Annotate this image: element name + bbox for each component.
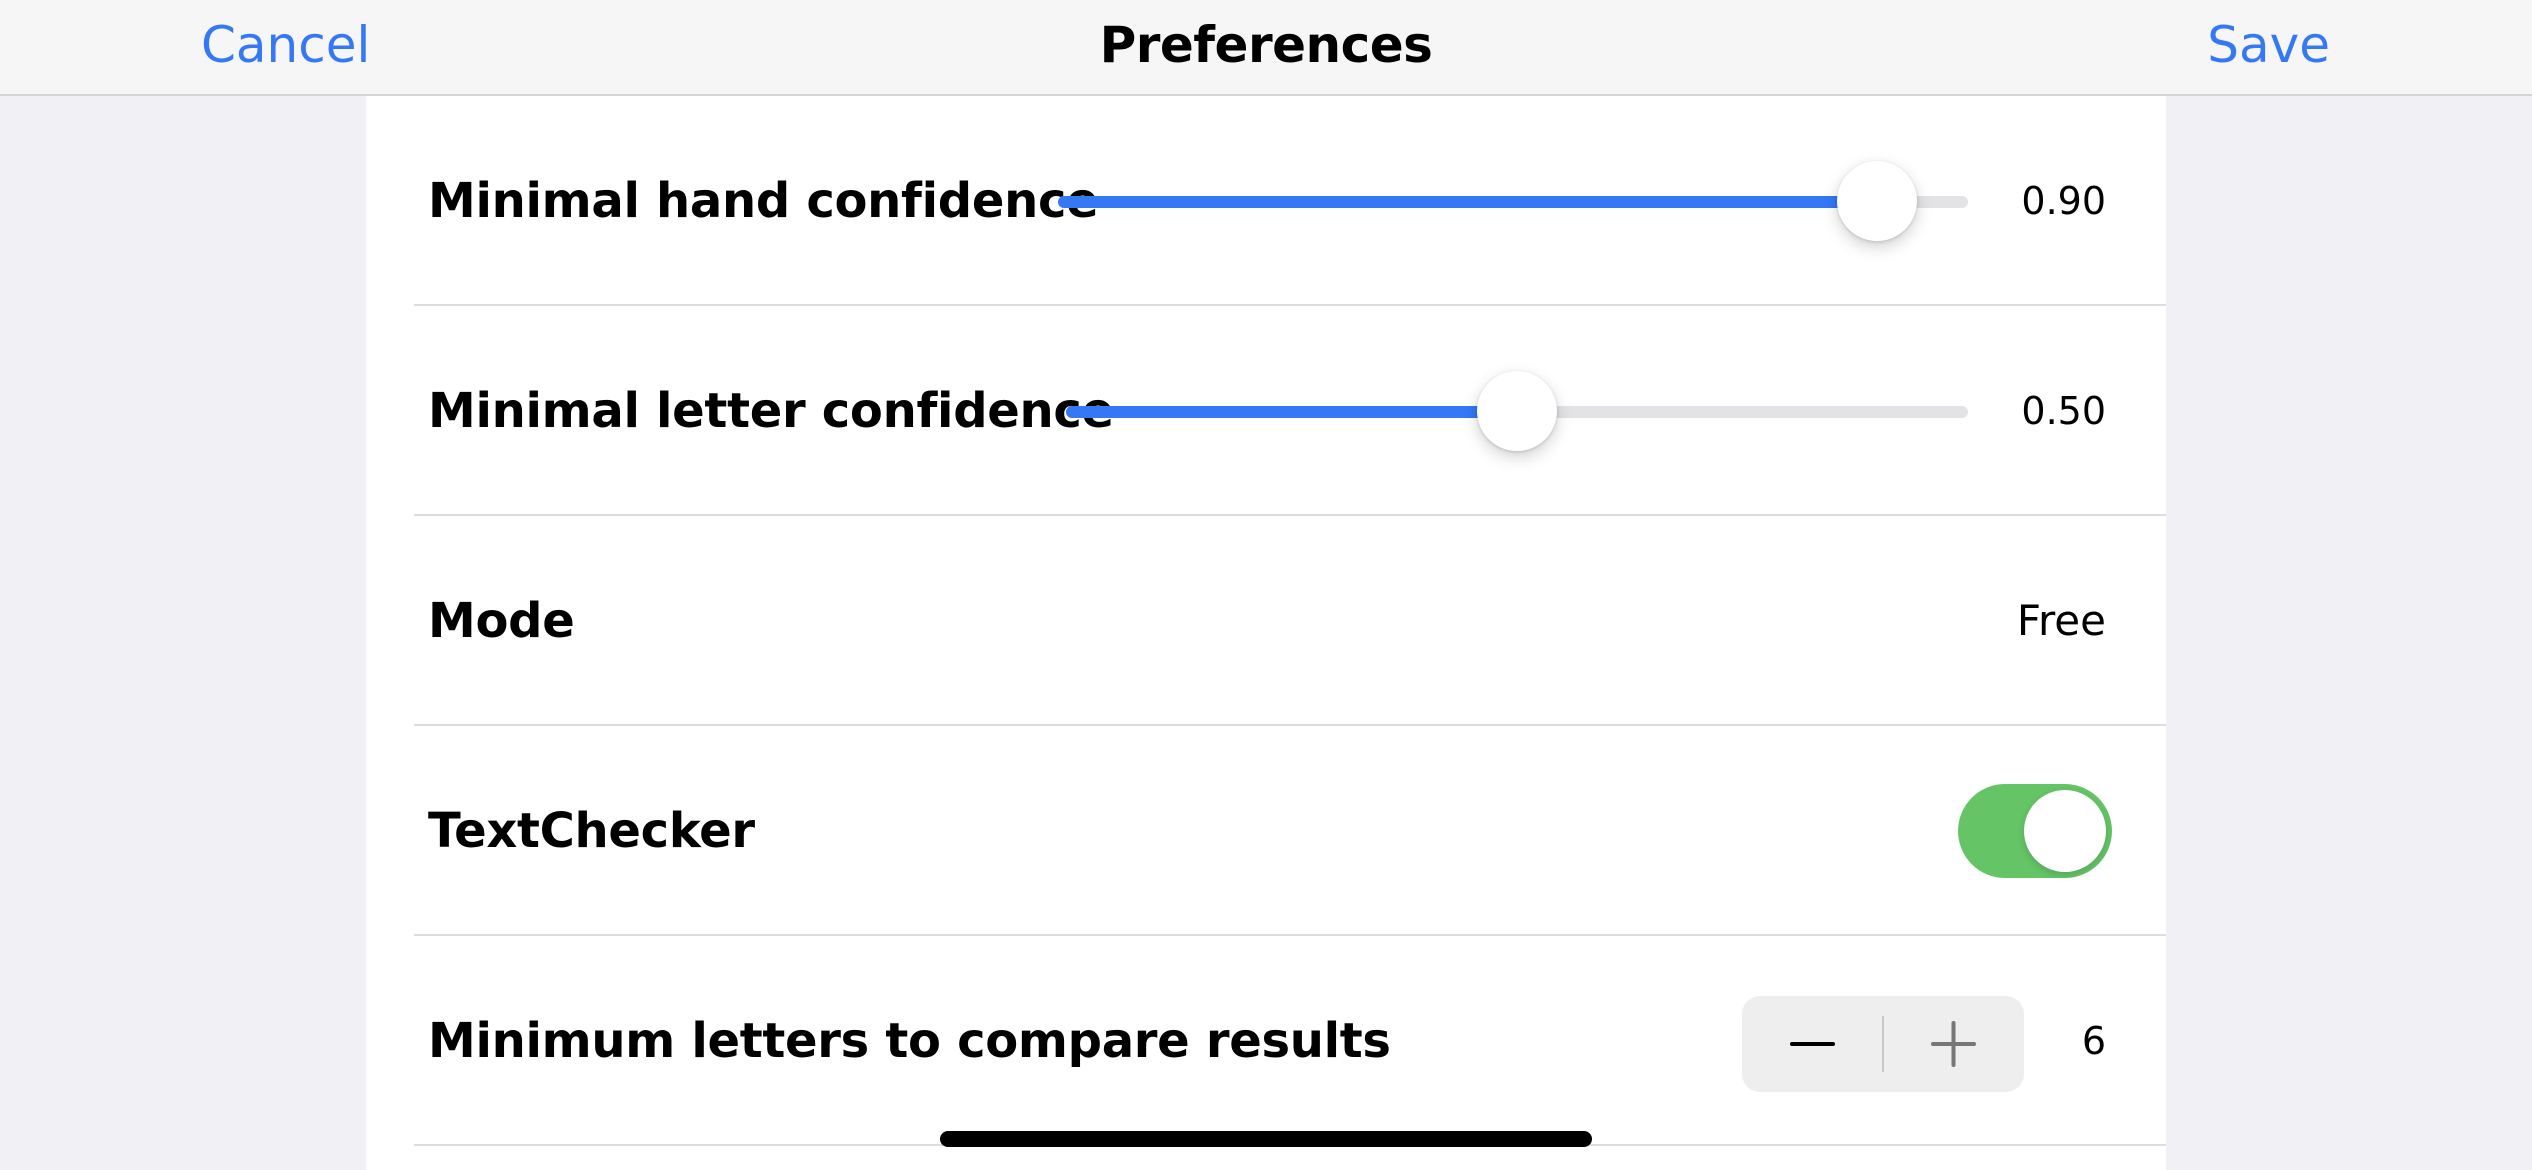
decrement-button[interactable] — [1742, 996, 1883, 1092]
hand-confidence-label: Minimal hand confidence — [428, 173, 1099, 229]
slider-fill — [1066, 406, 1517, 418]
increment-button[interactable] — [1883, 996, 2024, 1092]
mode-value: Free — [2016, 596, 2106, 645]
minus-icon — [1790, 1042, 1835, 1046]
min-letters-label: Minimum letters to compare results — [428, 1013, 1391, 1069]
toggle-knob — [2024, 790, 2106, 872]
page-title: Preferences — [1099, 16, 1433, 74]
slider-fill — [1058, 196, 1877, 208]
slider-thumb[interactable] — [1477, 371, 1557, 451]
plus-icon — [1931, 1021, 1976, 1067]
hand-confidence-row: Minimal hand confidence 0.90 — [414, 96, 2166, 306]
letter-confidence-row: Minimal letter confidence 0.50 — [414, 306, 2166, 516]
text-checker-toggle[interactable] — [1958, 784, 2112, 878]
min-letters-stepper — [1742, 996, 2024, 1092]
save-button[interactable]: Save — [2207, 14, 2330, 76]
text-checker-row: TextChecker — [414, 726, 2166, 936]
navigation-bar: Cancel Preferences Save — [0, 0, 2532, 96]
preferences-sheet: Minimal hand confidence 0.90 Minimal let… — [366, 96, 2166, 1170]
home-indicator — [940, 1131, 1592, 1147]
letter-confidence-slider[interactable] — [1066, 371, 1968, 451]
slider-thumb[interactable] — [1837, 161, 1917, 241]
hand-confidence-value: 0.90 — [2021, 179, 2106, 223]
min-letters-row: Minimum letters to compare results 6 — [414, 936, 2166, 1146]
letter-confidence-label: Minimal letter confidence — [428, 383, 1114, 439]
mode-label: Mode — [428, 593, 575, 649]
hand-confidence-slider[interactable] — [1058, 161, 1968, 241]
letter-confidence-value: 0.50 — [2021, 389, 2106, 433]
mode-row[interactable]: Mode Free — [414, 516, 2166, 726]
text-checker-label: TextChecker — [428, 803, 755, 859]
min-letters-value: 6 — [2081, 1019, 2106, 1063]
